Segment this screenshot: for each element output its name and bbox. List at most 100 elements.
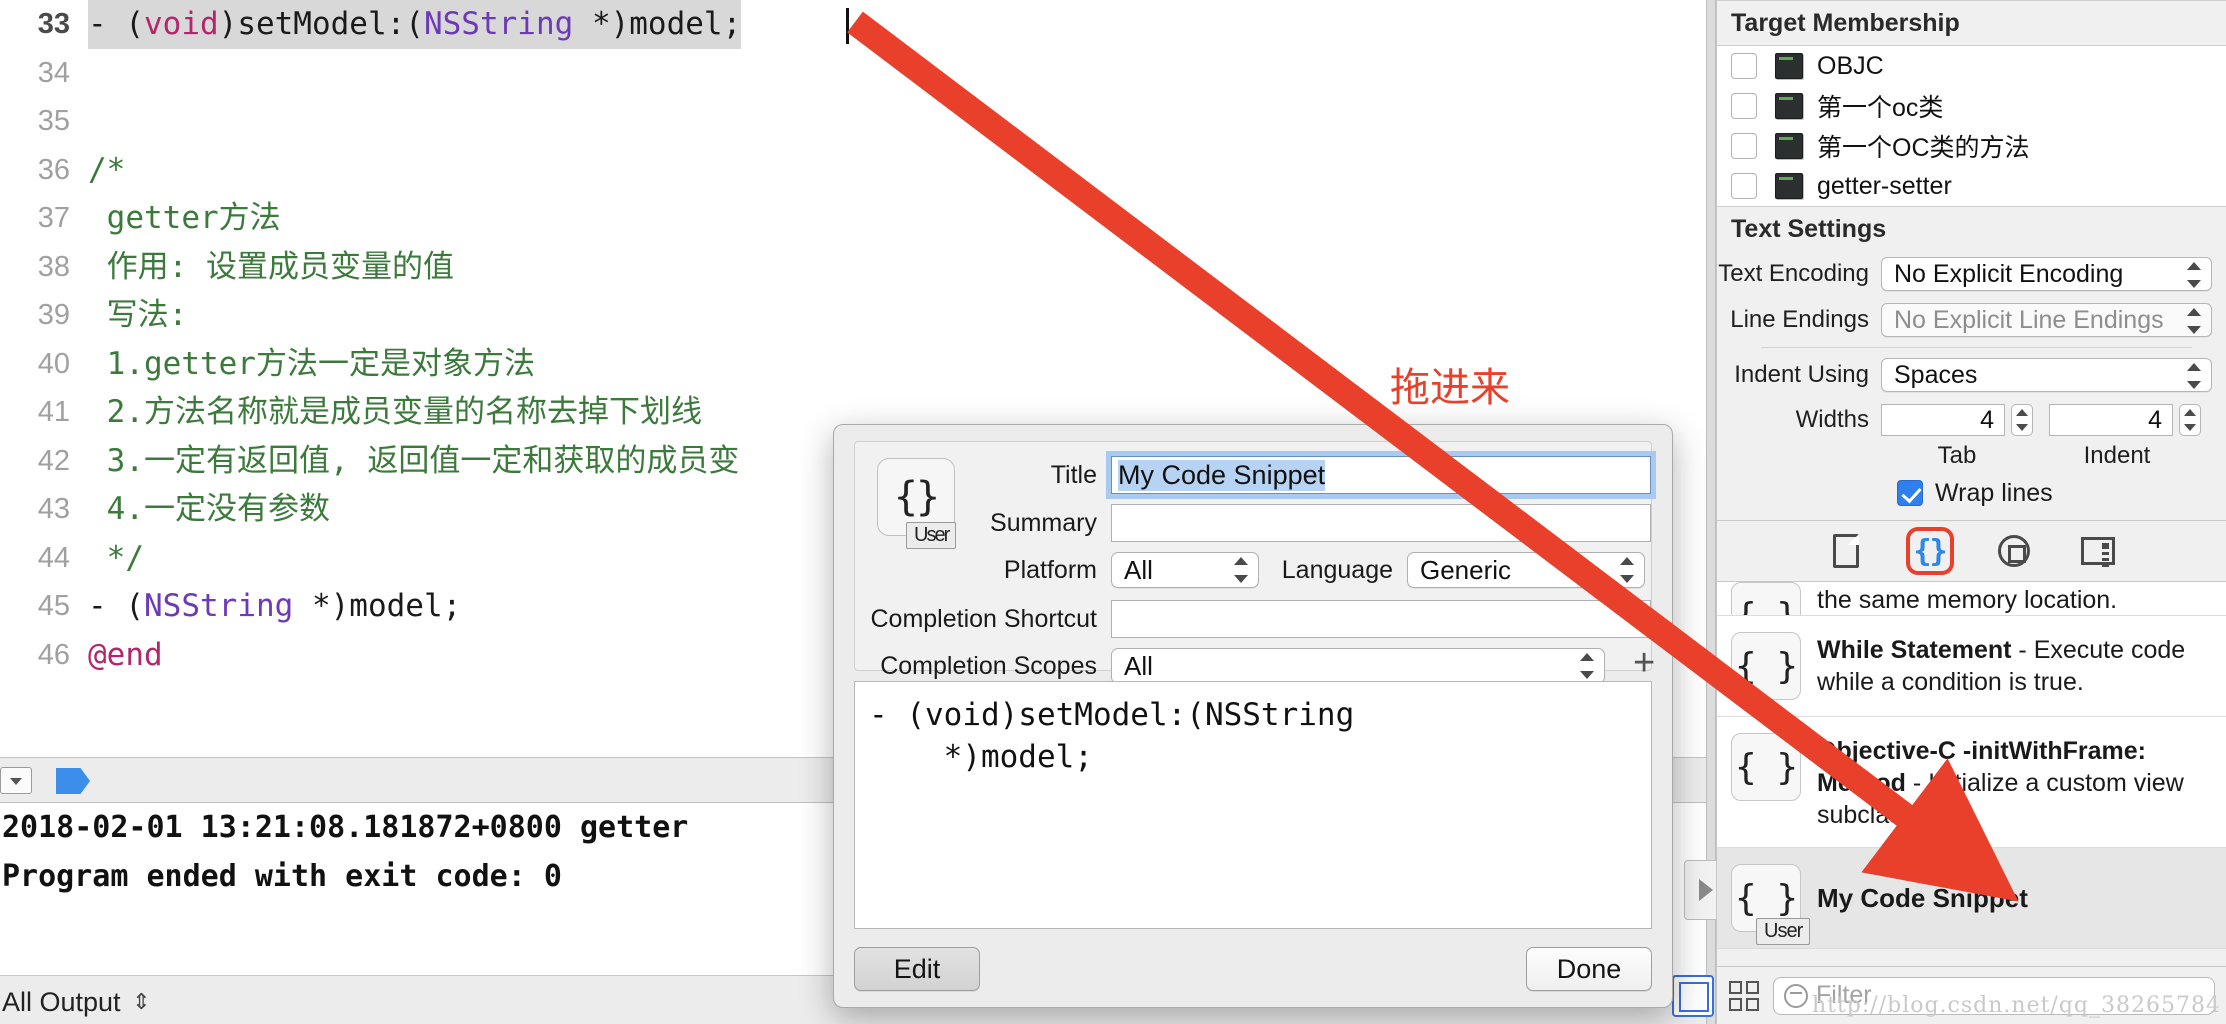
step-over-button[interactable] bbox=[0, 767, 32, 794]
line-number: 46 bbox=[37, 638, 70, 671]
code-text: @end bbox=[88, 636, 163, 673]
language-label: Language bbox=[1281, 555, 1393, 584]
line-number: 45 bbox=[37, 590, 70, 622]
target-label: 第一个oc类 bbox=[1817, 94, 1944, 122]
output-filter-label: All Output bbox=[2, 987, 121, 1017]
target-membership-row[interactable]: 第一个OC类的方法 bbox=[1717, 126, 2226, 166]
snippet-list-item[interactable]: { } While Statement - Execute code while … bbox=[1717, 616, 2226, 717]
xcode-window: 33 - (void)setModel:(NSString *)model; 34 3… bbox=[0, 0, 2226, 1024]
target-checkbox[interactable] bbox=[1731, 93, 1757, 119]
line-number: 38 bbox=[37, 250, 70, 283]
line-number: 39 bbox=[37, 299, 70, 331]
tab-object-library[interactable] bbox=[1990, 527, 2038, 575]
widths-captions: Tab Indent bbox=[1717, 442, 2226, 472]
language-select[interactable]: Generic bbox=[1407, 552, 1645, 588]
code-snippet-popover[interactable]: {} User Title My Code Snippet Summary Pl… bbox=[833, 424, 1673, 1008]
text-settings-header: Text Settings bbox=[1717, 207, 2226, 251]
summary-label: Summary bbox=[990, 508, 1097, 537]
text-encoding-value: No Explicit Encoding bbox=[1894, 259, 2124, 288]
line-number: 34 bbox=[37, 56, 70, 89]
snippet-title: My Code Snippet bbox=[1817, 882, 2028, 913]
assistant-editor-button[interactable] bbox=[1672, 975, 1714, 1017]
snippet-code-line-2: *)model; bbox=[869, 739, 1093, 775]
snippet-braces-icon: { } User bbox=[1731, 864, 1811, 945]
target-membership-row[interactable]: getter-setter bbox=[1717, 166, 2226, 206]
completion-shortcut-label: Completion Shortcut bbox=[870, 604, 1097, 633]
chevron-updown-icon bbox=[2186, 363, 2202, 389]
text-encoding-row: Text Encoding No Explicit Encoding bbox=[1717, 251, 2226, 297]
line-number: 33 bbox=[37, 8, 70, 40]
platform-value: All bbox=[1124, 554, 1153, 585]
indent-using-label: Indent Using bbox=[1734, 361, 1869, 388]
wrap-lines-row: Wrap lines bbox=[1717, 472, 2226, 514]
snippet-icon-glyph: {} bbox=[893, 474, 940, 520]
line-number: 44 bbox=[37, 541, 70, 574]
add-scope-button[interactable]: + bbox=[1633, 644, 1655, 682]
line-endings-row: Line Endings No Explicit Line Endings bbox=[1717, 297, 2226, 343]
tab-width-input[interactable]: 4 bbox=[1881, 404, 2005, 436]
wrap-lines-label: Wrap lines bbox=[1935, 478, 2053, 507]
platform-select[interactable]: All bbox=[1111, 552, 1259, 588]
edit-button[interactable]: Edit bbox=[854, 947, 980, 991]
snippet-list-item[interactable]: { } User My Code Snippet bbox=[1717, 848, 2226, 949]
snippet-list-item[interactable]: { } the same memory location. bbox=[1717, 582, 2226, 616]
text-settings-section: Text Encoding No Explicit Encoding Line … bbox=[1717, 251, 2226, 520]
completion-shortcut-input[interactable] bbox=[1111, 600, 1651, 638]
target-checkbox[interactable] bbox=[1731, 53, 1757, 79]
snippet-description: While Statement - Execute code while a c… bbox=[1817, 636, 2186, 696]
breakpoint-flag-icon[interactable] bbox=[56, 768, 90, 794]
file-template-icon bbox=[1832, 534, 1859, 568]
grid-view-icon[interactable] bbox=[1729, 980, 1759, 1011]
indent-caption: Indent bbox=[2083, 442, 2151, 469]
chevron-updown-icon bbox=[2186, 308, 2202, 334]
indent-using-row: Indent Using Spaces bbox=[1717, 352, 2226, 398]
snippet-description: Objective-C -initWithFrame: Method - Ini… bbox=[1817, 737, 2184, 829]
indent-using-select[interactable]: Spaces bbox=[1881, 358, 2212, 392]
code-line: 38 作用: 设置成员变量的值 bbox=[0, 243, 1706, 292]
target-label: 第一个OC类的方法 bbox=[1817, 134, 2030, 162]
snippet-code-body[interactable]: - (void)setModel:(NSString *)model; bbox=[854, 681, 1652, 929]
snippet-library-list[interactable]: { } the same memory location. { } While Sta… bbox=[1717, 582, 2226, 949]
target-membership-list: OBJC 第一个oc类第一个OC类的方法 getter-setter bbox=[1717, 46, 2226, 206]
snippet-braces-icon: { } bbox=[1731, 582, 1801, 615]
summary-input[interactable] bbox=[1111, 504, 1651, 542]
line-number: 36 bbox=[37, 153, 70, 186]
text-encoding-select[interactable]: No Explicit Encoding bbox=[1881, 257, 2212, 291]
library-filter-bar: Filter http://blog.csdn.net/qq_38265784 bbox=[1717, 966, 2226, 1024]
done-button[interactable]: Done bbox=[1526, 947, 1652, 991]
completion-scopes-select[interactable]: All bbox=[1111, 648, 1605, 684]
chevron-updown-icon bbox=[1619, 557, 1635, 583]
tab-width-stepper[interactable] bbox=[2011, 404, 2033, 436]
code-text: 写法: bbox=[88, 297, 188, 333]
user-badge: User bbox=[906, 522, 957, 549]
tab-file-template[interactable] bbox=[1822, 527, 1870, 575]
line-number: 43 bbox=[37, 493, 70, 525]
chevron-updown-icon bbox=[1579, 653, 1595, 679]
code-text: - (void)setModel:(NSString *)model; bbox=[88, 0, 742, 49]
library-tab-strip: {} bbox=[1717, 520, 2226, 582]
indent-using-value: Spaces bbox=[1894, 360, 1978, 389]
wrap-lines-checkbox[interactable] bbox=[1897, 480, 1923, 506]
target-membership-row[interactable]: OBJC bbox=[1717, 46, 2226, 86]
code-line: 39 写法: bbox=[0, 291, 1706, 340]
code-text: getter方法 bbox=[88, 200, 281, 236]
watermark-text: http://blog.csdn.net/qq_38265784 bbox=[1811, 993, 2221, 1018]
indent-width-stepper[interactable] bbox=[2179, 404, 2201, 436]
title-input[interactable]: My Code Snippet bbox=[1106, 451, 1656, 499]
chevron-updown-icon: ⇕ bbox=[132, 989, 151, 1014]
target-checkbox[interactable] bbox=[1731, 133, 1757, 159]
widths-label: Widths bbox=[1795, 406, 1869, 433]
target-checkbox[interactable] bbox=[1731, 173, 1757, 199]
indent-width-input[interactable]: 4 bbox=[2049, 404, 2173, 436]
line-endings-select[interactable]: No Explicit Line Endings bbox=[1881, 303, 2212, 337]
target-membership-row[interactable]: 第一个oc类 bbox=[1717, 86, 2226, 126]
text-encoding-label: Text Encoding bbox=[1718, 260, 1869, 287]
tab-media-library[interactable] bbox=[2074, 527, 2122, 575]
line-number: 41 bbox=[37, 396, 70, 428]
snippet-list-item[interactable]: { } Objective-C -initWithFrame: Method - … bbox=[1717, 717, 2226, 848]
output-filter-dropdown[interactable]: All Output ⇕ bbox=[2, 987, 151, 1018]
title-row: Title My Code Snippet bbox=[967, 451, 1675, 499]
target-app-icon bbox=[1775, 173, 1803, 199]
tab-code-snippet[interactable]: {} bbox=[1905, 527, 1954, 575]
snippet-braces-icon: { } bbox=[1731, 733, 1801, 801]
